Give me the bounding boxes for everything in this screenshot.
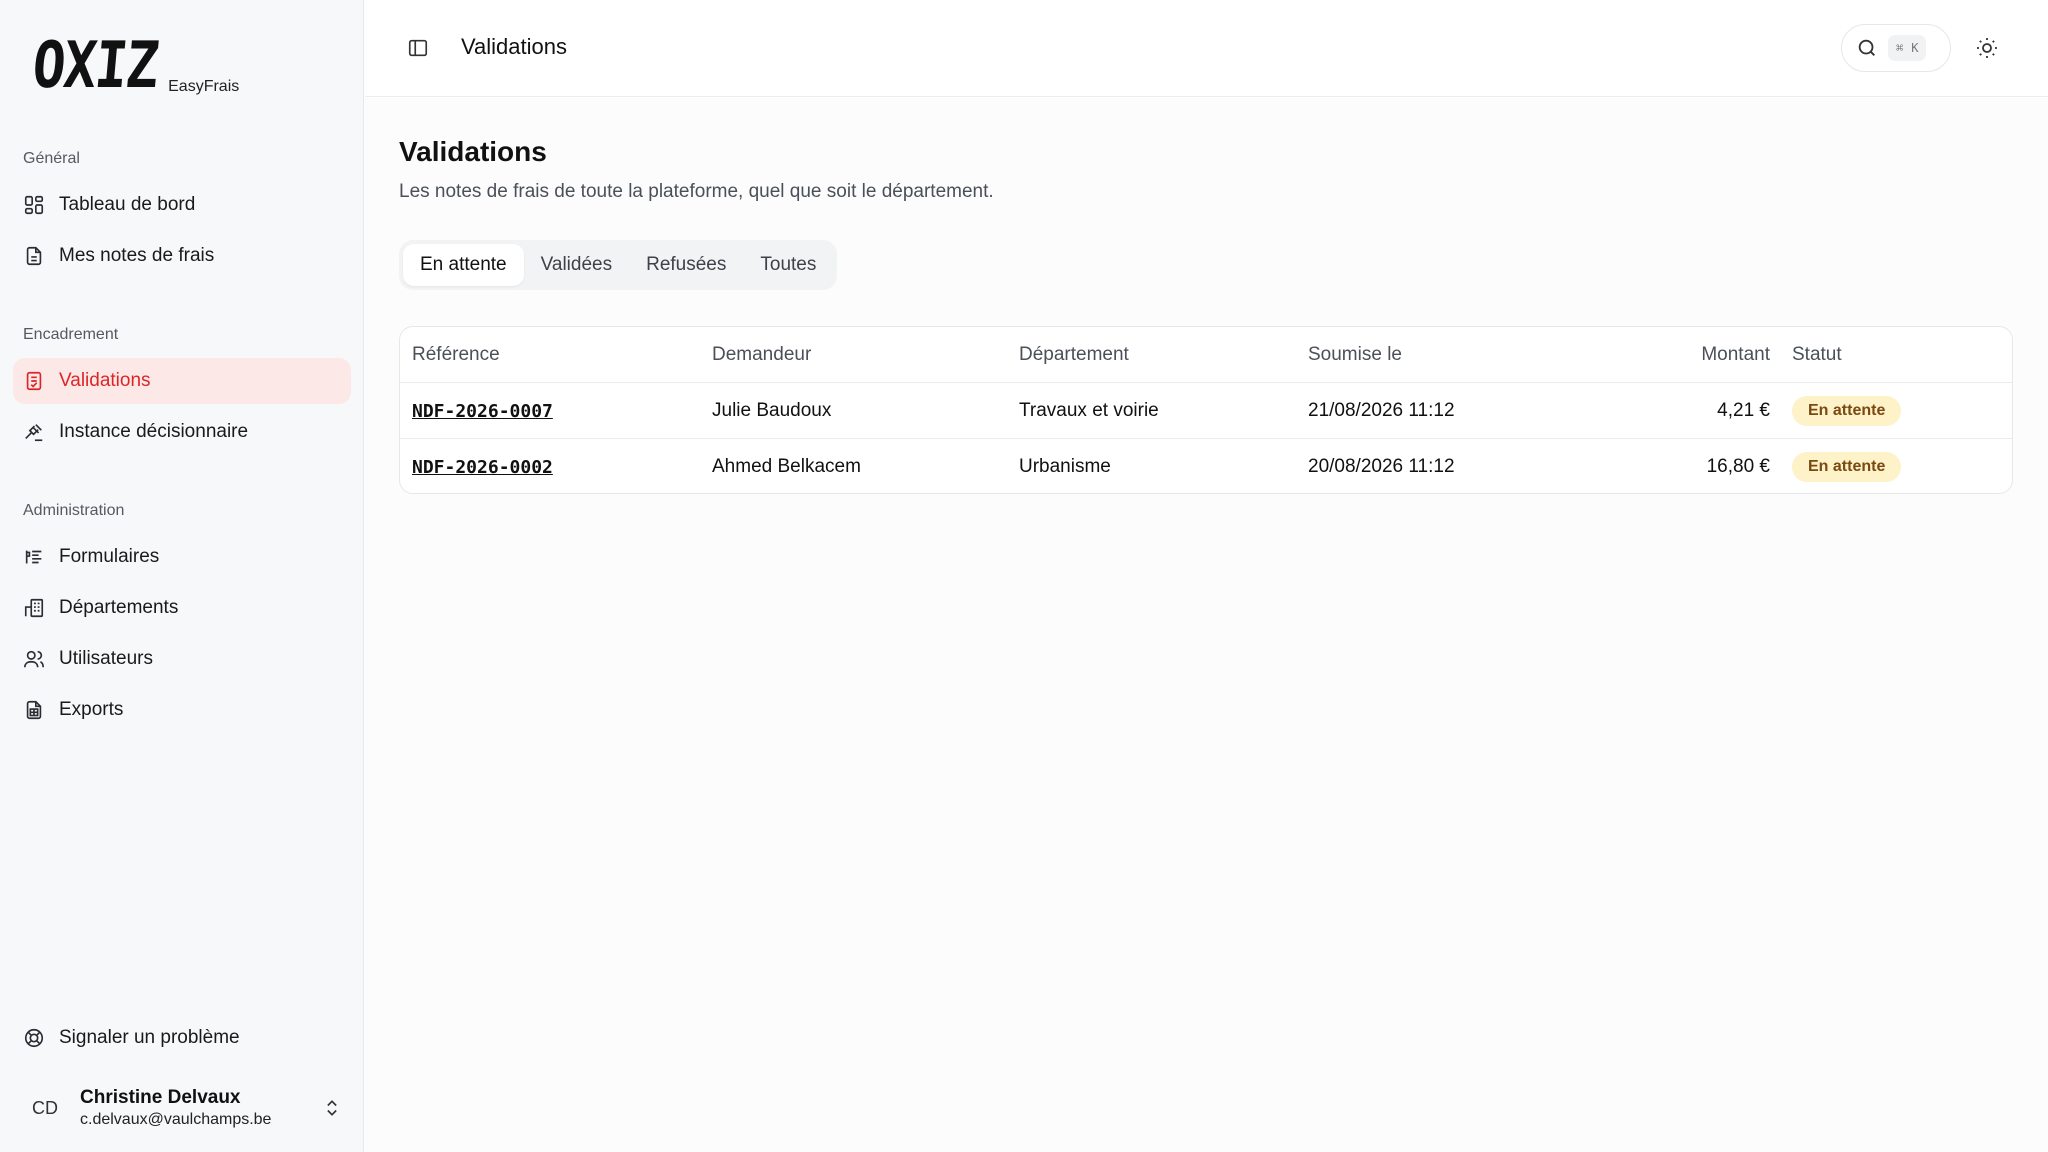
sidebar-item-label: Utilisateurs bbox=[59, 648, 153, 669]
logo-mark: OXIZ bbox=[29, 29, 161, 103]
building-icon bbox=[23, 597, 45, 619]
table-row[interactable]: NDF-2026-0007 Julie Baudoux Travaux et v… bbox=[400, 383, 2012, 439]
tab-validees[interactable]: Validées bbox=[524, 244, 629, 286]
dashboard-icon bbox=[23, 194, 45, 216]
command-key: ⌘ bbox=[1896, 41, 1904, 55]
brand-logo[interactable]: OXIZ EasyFrais bbox=[29, 29, 240, 103]
users-icon bbox=[23, 648, 45, 670]
column-header-reference[interactable]: Référence bbox=[412, 327, 500, 383]
amount-cell: 4,21 € bbox=[1717, 400, 1770, 421]
reference-cell: NDF-2026-0007 bbox=[412, 383, 553, 439]
tab-refusees[interactable]: Refusées bbox=[629, 244, 743, 286]
nav-group-title-general: Général bbox=[23, 150, 80, 167]
avatar: CD bbox=[32, 1097, 58, 1118]
sidebar-item-label: Formulaires bbox=[59, 546, 160, 567]
report-problem-link[interactable]: Signaler un problème bbox=[13, 1015, 351, 1061]
departement-cell: Urbanisme bbox=[1019, 456, 1111, 477]
table-row[interactable]: NDF-2026-0002 Ahmed Belkacem Urbanisme 2… bbox=[400, 439, 2012, 493]
page-subtitle: Les notes de frais de toute la plateform… bbox=[399, 181, 994, 202]
gavel-icon bbox=[23, 421, 45, 443]
sidebar-item-validations[interactable]: Validations bbox=[13, 358, 351, 404]
chevron-up-down-icon bbox=[322, 1098, 342, 1118]
sidebar-item-instance-decisionnaire[interactable]: Instance décisionnaire bbox=[13, 409, 351, 455]
sidebar-item-exports[interactable]: Exports bbox=[13, 687, 351, 733]
sidebar-item-label: Mes notes de frais bbox=[59, 245, 215, 266]
user-name: Christine Delvaux bbox=[80, 1087, 241, 1108]
k-key: K bbox=[1911, 41, 1919, 55]
lifebuoy-icon bbox=[23, 1027, 45, 1049]
sidebar-item-label: Instance décisionnaire bbox=[59, 421, 249, 442]
user-menu[interactable]: CD Christine Delvaux c.delvaux@vaulchamp… bbox=[22, 1082, 342, 1134]
page-title: Validations bbox=[399, 136, 547, 167]
column-header-demandeur[interactable]: Demandeur bbox=[712, 327, 811, 383]
user-meta: Christine Delvaux c.delvaux@vaulchamps.b… bbox=[80, 1086, 322, 1130]
search-icon bbox=[1856, 37, 1878, 59]
column-header-departement[interactable]: Département bbox=[1019, 327, 1129, 383]
sun-icon[interactable] bbox=[1975, 36, 1999, 60]
product-name: EasyFrais bbox=[168, 78, 240, 95]
sidebar-item-tableau-de-bord[interactable]: Tableau de bord bbox=[13, 182, 351, 228]
report-problem-label: Signaler un problème bbox=[59, 1027, 240, 1048]
demandeur-cell: Ahmed Belkacem bbox=[712, 456, 861, 477]
status-badge: En attente bbox=[1792, 396, 1902, 426]
status-tabs: En attente Validées Refusées Toutes bbox=[399, 240, 838, 290]
sidebar-item-label: Validations bbox=[59, 370, 151, 391]
reference-cell: NDF-2026-0002 bbox=[412, 439, 553, 493]
validations-table: Référence Demandeur Département Soumise … bbox=[399, 326, 2013, 494]
amount-cell: 16,80 € bbox=[1706, 456, 1770, 477]
user-email: c.delvaux@vaulchamps.be bbox=[80, 1111, 272, 1128]
tab-toutes[interactable]: Toutes bbox=[743, 244, 833, 286]
sidebar-item-label: Tableau de bord bbox=[59, 194, 196, 215]
search-button[interactable]: ⌘ K bbox=[1841, 24, 1951, 72]
document-icon bbox=[23, 245, 45, 267]
clipboard-check-icon bbox=[23, 370, 45, 392]
reference-link[interactable]: NDF-2026-0002 bbox=[412, 457, 553, 478]
nav-group-title-encadrement: Encadrement bbox=[23, 326, 119, 343]
status-cell: En attente bbox=[1792, 439, 1902, 493]
header-title: Validations bbox=[461, 34, 567, 59]
status-cell: En attente bbox=[1792, 383, 1902, 439]
sidebar-item-label: Exports bbox=[59, 699, 124, 720]
table-header-row: Référence Demandeur Département Soumise … bbox=[400, 327, 2012, 383]
form-icon bbox=[23, 546, 45, 568]
column-header-soumise-le[interactable]: Soumise le bbox=[1308, 327, 1402, 383]
keyboard-shortcut: ⌘ K bbox=[1888, 35, 1927, 61]
column-header-montant[interactable]: Montant bbox=[1400, 327, 1770, 383]
sidebar: OXIZ EasyFrais Général Tableau de bord M… bbox=[0, 0, 364, 1152]
sidebar-item-utilisateurs[interactable]: Utilisateurs bbox=[13, 636, 351, 682]
top-header: Validations ⌘ K bbox=[365, 0, 2048, 97]
column-header-statut[interactable]: Statut bbox=[1792, 327, 1842, 383]
departement-cell: Travaux et voirie bbox=[1019, 400, 1159, 421]
sidebar-item-label: Départements bbox=[59, 597, 179, 618]
status-badge: En attente bbox=[1792, 452, 1902, 482]
sidebar-item-mes-notes-de-frais[interactable]: Mes notes de frais bbox=[13, 233, 351, 279]
spreadsheet-icon bbox=[23, 699, 45, 721]
sidebar-item-departements[interactable]: Départements bbox=[13, 585, 351, 631]
reference-link[interactable]: NDF-2026-0007 bbox=[412, 401, 553, 422]
sidebar-toggle-icon[interactable] bbox=[407, 37, 429, 59]
nav-group-title-administration: Administration bbox=[23, 502, 125, 519]
demandeur-cell: Julie Baudoux bbox=[712, 400, 832, 421]
sidebar-item-formulaires[interactable]: Formulaires bbox=[13, 534, 351, 580]
tab-en-attente[interactable]: En attente bbox=[403, 244, 524, 286]
main-content: Validations Les notes de frais de toute … bbox=[365, 98, 2048, 1152]
